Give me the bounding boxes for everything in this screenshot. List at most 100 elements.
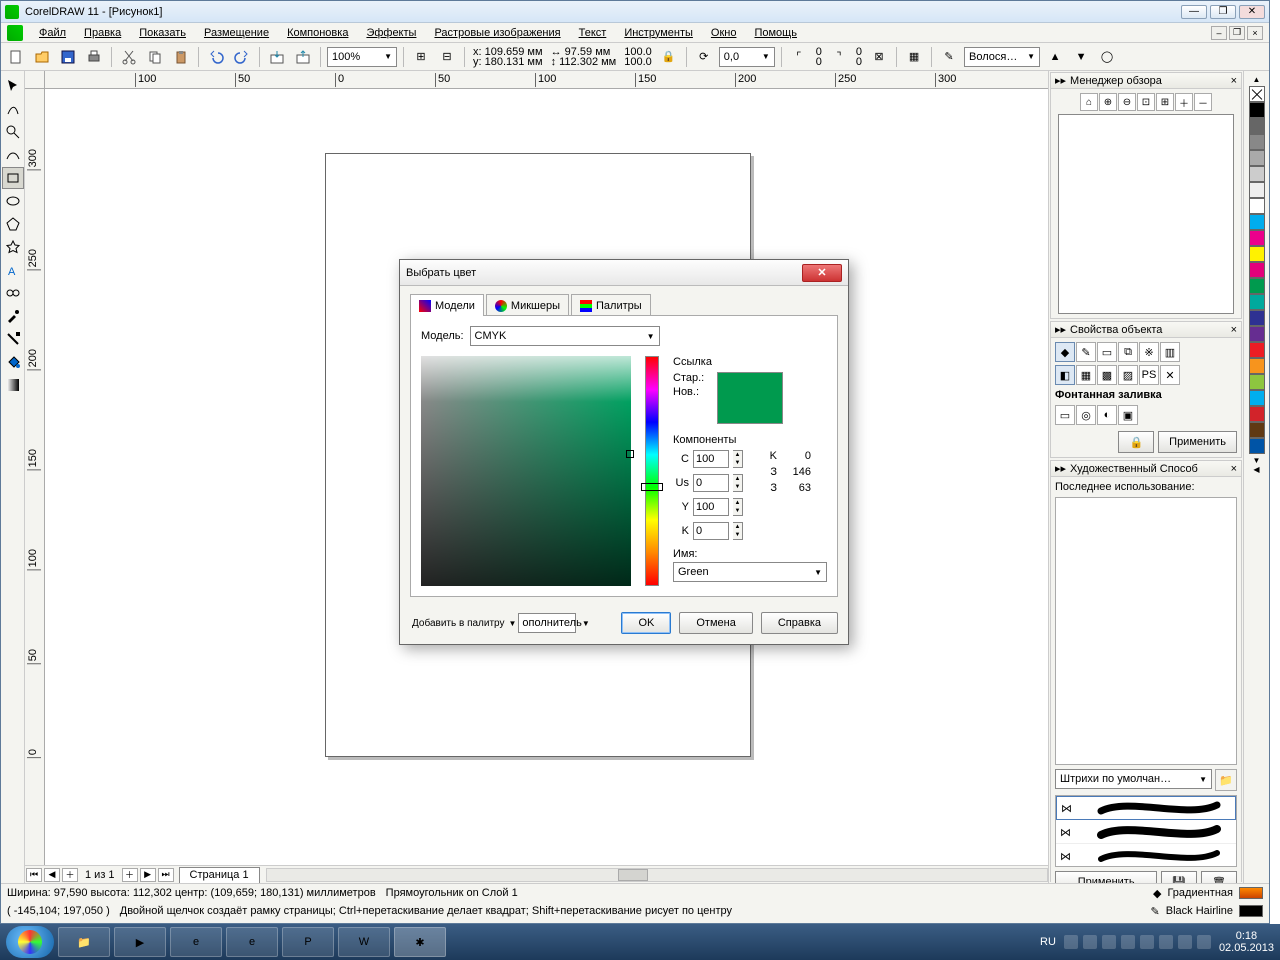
rectangle-tool[interactable] [2,167,24,189]
pattern-fill-icon[interactable]: ▩ [1097,365,1117,385]
menu-effects[interactable]: Эффекты [358,25,424,41]
task-explorer[interactable]: 📁 [58,927,110,957]
freehand-tool[interactable] [2,144,24,166]
tray-icon[interactable] [1121,935,1135,949]
shape-tool[interactable] [2,98,24,120]
color-swatch[interactable] [1249,278,1265,294]
lock-button[interactable]: 🔒 [1118,431,1154,453]
web-tab-icon[interactable]: ⧉ [1118,342,1138,362]
model-combo[interactable]: CMYK▼ [470,326,660,346]
palette-scroll-up[interactable]: ▲ [1253,75,1261,84]
no-color-swatch[interactable] [1249,86,1265,102]
menu-tools[interactable]: Инструменты [616,25,701,41]
doc-minimize-button[interactable]: – [1211,26,1227,40]
color-swatch[interactable] [1249,246,1265,262]
rect-tab-icon[interactable]: ▭ [1097,342,1117,362]
interactive-fill-tool[interactable] [2,374,24,396]
export-icon[interactable] [292,46,314,68]
star-tool[interactable] [2,236,24,258]
add-to-palette-button[interactable]: Добавить в палитру [410,618,507,629]
task-word[interactable]: W [338,927,390,957]
menu-file[interactable]: Файл [31,25,74,41]
color-swatch[interactable] [1249,150,1265,166]
last-page-button[interactable]: ⏭ [158,868,174,882]
task-ie2[interactable]: e [226,927,278,957]
color-swatch[interactable] [1249,310,1265,326]
browse-icon[interactable]: 📁 [1215,769,1237,791]
curve-tab-icon[interactable]: ※ [1139,342,1159,362]
rotation-input[interactable]: 0,0▼ [719,47,775,67]
palette-scroll-down[interactable]: ▼ [1253,456,1261,465]
polygon-tool[interactable] [2,213,24,235]
menu-edit[interactable]: Правка [76,25,129,41]
color-swatch[interactable] [1249,118,1265,134]
outline-tab-icon[interactable]: ✎ [1076,342,1096,362]
vertical-ruler[interactable]: 300 250 200 150 100 50 0 [25,89,45,883]
paste-icon[interactable] [170,46,192,68]
open-icon[interactable] [31,46,53,68]
ok-button[interactable]: OK [621,612,671,634]
last-used-list[interactable] [1055,497,1237,765]
tray-icon[interactable] [1064,935,1078,949]
scroll-thumb[interactable] [618,869,648,881]
task-ie[interactable]: e [170,927,222,957]
to-front-icon[interactable]: ▲ [1044,46,1066,68]
general-tab-icon[interactable]: ▥ [1160,342,1180,362]
new-icon[interactable] [5,46,27,68]
color-swatch[interactable] [1249,294,1265,310]
texture-fill-icon[interactable]: ▨ [1118,365,1138,385]
color-swatch[interactable] [1249,342,1265,358]
square-icon[interactable]: ▣ [1118,405,1138,425]
blend-tool[interactable] [2,282,24,304]
eyedropper-tool[interactable] [2,305,24,327]
docker-close-icon[interactable]: × [1231,463,1237,475]
menu-bitmaps[interactable]: Растровые изображения [426,25,568,41]
pick-tool[interactable] [2,75,24,97]
color-swatch[interactable] [1249,358,1265,374]
save-icon[interactable] [57,46,79,68]
tab-palettes[interactable]: Палитры [571,294,651,316]
rotate-icon[interactable]: ⟳ [693,46,715,68]
menu-window[interactable]: Окно [703,25,745,41]
menu-layout[interactable]: Размещение [196,25,277,41]
add-page-after-button[interactable]: ＋ [122,868,138,882]
stroke-item[interactable]: ⋈ [1056,796,1236,820]
tray-icon[interactable] [1083,935,1097,949]
start-button[interactable] [6,926,54,958]
outline-swatch[interactable] [1239,905,1263,917]
corner-lock-icon[interactable]: ⊠ [868,46,890,68]
hue-marker[interactable] [641,483,663,491]
cancel-button[interactable]: Отмена [679,612,752,634]
tray-icon[interactable] [1159,935,1173,949]
clock[interactable]: 0:1802.05.2013 [1219,930,1274,954]
dialog-close-button[interactable]: ✕ [802,264,842,282]
convert-icon[interactable]: ◯ [1096,46,1118,68]
corner-tl-icon[interactable]: ⌜ [788,46,810,68]
print-icon[interactable] [83,46,105,68]
undo-icon[interactable] [205,46,227,68]
doc-restore-button[interactable]: ❐ [1229,26,1245,40]
docker-close-icon[interactable]: × [1231,75,1237,87]
maximize-button[interactable]: ❐ [1210,5,1236,19]
import-icon[interactable] [266,46,288,68]
y-input[interactable]: 100 [693,498,729,516]
wrap-icon[interactable]: ▦ [903,46,925,68]
navigator-preview[interactable] [1058,114,1234,314]
menu-text[interactable]: Текст [571,25,615,41]
apply-button[interactable]: Применить [1158,431,1237,453]
lock-icon[interactable]: 🔒 [658,46,680,68]
stroke-preset-combo[interactable]: Штрихи по умолчан…▼ [1055,769,1212,789]
task-app1[interactable]: P [282,927,334,957]
menu-view[interactable]: Показать [131,25,194,41]
color-swatch[interactable] [1249,422,1265,438]
cut-icon[interactable] [118,46,140,68]
stroke-item[interactable]: ⋈ [1056,844,1236,867]
outline-width-combo[interactable]: Волося…▼ [964,47,1040,67]
prev-page-button[interactable]: ◀ [44,868,60,882]
color-swatch[interactable] [1249,198,1265,214]
fill-tab-icon[interactable]: ◆ [1055,342,1075,362]
k-spinner[interactable]: ▲▼ [733,522,743,540]
postscript-fill-icon[interactable]: PS [1139,365,1159,385]
color-swatch[interactable] [1249,406,1265,422]
zoom-combo[interactable]: 100%▼ [327,47,397,67]
